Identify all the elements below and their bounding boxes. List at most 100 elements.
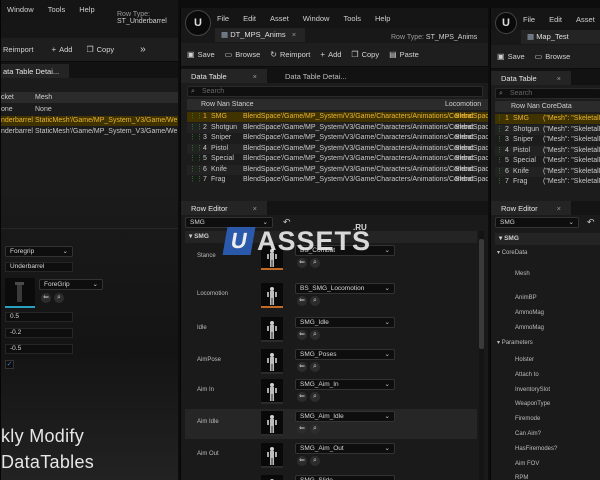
unreal-logo-icon[interactable]: U: [495, 12, 517, 34]
tab-data-table-details[interactable]: Data Table Detai...: [275, 69, 375, 83]
col-socket[interactable]: cket: [1, 92, 14, 103]
table-row[interactable]: nderbarrel StaticMesh'/Game/MP_System_V3/…: [1, 127, 178, 137]
save-button[interactable]: ▣ Save: [497, 52, 525, 61]
anim-asset-dropdown[interactable]: SMG_Idle ⌄: [295, 317, 395, 328]
menu-file[interactable]: File: [217, 14, 229, 23]
use-selected-icon[interactable]: ⇐: [297, 362, 307, 372]
row-handle-icon[interactable]: ⋮: [496, 125, 503, 135]
browse-icon[interactable]: ⌕: [310, 330, 320, 340]
browse-icon[interactable]: ⌕: [310, 296, 320, 306]
table-row[interactable]: ⋮⋮ 2 Shotgun BlendSpace'/Game/MP_System/V3/…: [187, 122, 488, 133]
reimport-button[interactable]: Reimport: [3, 45, 33, 54]
row-handle-icon[interactable]: ⋮: [496, 114, 503, 124]
browse-icon[interactable]: ⌕: [310, 392, 320, 402]
table-row[interactable]: ⋮⋮ 7 Frag BlendSpace'/Game/MP_System/V3/Gam…: [187, 175, 488, 185]
more-icon[interactable]: »: [140, 44, 146, 55]
row-select-dropdown[interactable]: SMG ⌄: [495, 217, 579, 228]
row-handle-icon[interactable]: ⋮: [496, 177, 503, 187]
anim-thumbnail[interactable]: [261, 283, 283, 308]
anim-asset-dropdown[interactable]: SMG_Aim_In ⌄: [295, 379, 395, 390]
anim-asset-dropdown[interactable]: SMG_Aim_Idle ⌄: [295, 411, 395, 422]
use-selected-icon[interactable]: ⇐: [297, 296, 307, 306]
underbarrel-field[interactable]: Underbarrel: [5, 262, 73, 272]
menu-edit[interactable]: Edit: [243, 14, 256, 23]
tab-row-editor[interactable]: Row Editor ×: [491, 201, 571, 215]
row-handle-icon[interactable]: ⋮⋮: [189, 133, 203, 143]
menu-window[interactable]: Window: [303, 14, 330, 23]
menu-tools[interactable]: Tools: [343, 14, 361, 23]
use-selected-icon[interactable]: ⇐: [297, 258, 307, 268]
copy-button[interactable]: ❐ Copy: [86, 45, 114, 54]
section-smg[interactable]: ▾ SMG: [495, 233, 600, 245]
mesh-thumbnail[interactable]: [5, 278, 35, 308]
col-locomotion[interactable]: Locomotion: [445, 99, 481, 110]
map-tab[interactable]: ▦ Map_Test: [521, 30, 600, 44]
tab-data-table[interactable]: Data Table ×: [181, 69, 267, 83]
row-handle-icon[interactable]: ⋮⋮: [189, 123, 203, 133]
table-row[interactable]: ⋮3Sniper("Mesh": "SkeletalMe: [495, 135, 600, 145]
close-icon[interactable]: ×: [557, 204, 561, 213]
anim-thumbnail[interactable]: [261, 379, 283, 404]
row-handle-icon[interactable]: ⋮⋮: [189, 112, 203, 122]
table-row[interactable]: ⋮⋮ 6 Knife BlendSpace'/Game/MP_System/V3/Ga…: [187, 164, 488, 175]
anim-thumbnail[interactable]: [261, 411, 283, 436]
col-row-name[interactable]: Row Nan CoreData: [511, 101, 572, 112]
copy-button[interactable]: ❐ Copy: [351, 50, 379, 59]
section-coredata[interactable]: ▾ CoreData: [497, 249, 527, 256]
row-handle-icon[interactable]: ⋮: [496, 146, 503, 156]
use-selected-icon[interactable]: ⇐: [297, 424, 307, 434]
checkbox[interactable]: ✓: [5, 360, 14, 369]
anim-asset-dropdown[interactable]: SMG_Poses ⌄: [295, 349, 395, 360]
search-input[interactable]: ⌕ Search: [187, 86, 483, 97]
menu-help[interactable]: Help: [375, 14, 390, 23]
save-button[interactable]: ▣ Save: [187, 50, 215, 59]
mesh-dropdown[interactable]: ForeGrip ⌄: [39, 279, 103, 290]
row-handle-icon[interactable]: ⋮: [496, 167, 503, 177]
table-row[interactable]: ⋮⋮ 3 Sniper BlendSpace'/Game/MP_System/V3/G…: [187, 133, 488, 143]
close-icon[interactable]: ×: [253, 204, 257, 213]
row-type-value[interactable]: ST_MPS_Anims: [426, 34, 477, 41]
table-row[interactable]: ⋮5Special("Mesh": "SkeletalMe: [495, 156, 600, 166]
scrollbar[interactable]: [479, 231, 484, 480]
anim-asset-dropdown[interactable]: SMG_Aim_Out ⌄: [295, 443, 395, 454]
browse-icon[interactable]: ⌕: [310, 362, 320, 372]
table-row[interactable]: ⋮1SMG("Mesh": "SkeletalMe: [495, 114, 600, 124]
browse-button[interactable]: ▭ Browse: [225, 50, 261, 59]
tab-data-table[interactable]: Data Table ×: [491, 71, 571, 85]
scrollbar-thumb[interactable]: [479, 239, 484, 349]
foregrip-dropdown[interactable]: Foregrip ⌄: [5, 246, 73, 257]
table-row-selected[interactable]: nderbarrel StaticMesh'/Game/MP_System_V3/…: [1, 116, 178, 126]
menu-window[interactable]: Window: [7, 5, 34, 14]
anim-asset-dropdown[interactable]: SMG_Slide⌄: [295, 475, 395, 480]
value-field-3[interactable]: -0.5: [5, 344, 73, 354]
table-row[interactable]: one None: [1, 105, 178, 115]
close-icon[interactable]: ×: [253, 72, 257, 81]
browse-icon[interactable]: ⌕: [310, 258, 320, 268]
anim-thumbnail[interactable]: [261, 475, 283, 480]
table-row[interactable]: ⋮⋮ 4 Pistol BlendSpace'/Game/MP_System/V3/G…: [187, 143, 488, 154]
row-handle-icon[interactable]: ⋮: [496, 135, 503, 145]
reimport-button[interactable]: ↻ Reimport: [270, 50, 310, 59]
tab-data-table-details[interactable]: ata Table Detai...: [1, 64, 70, 78]
tab-row-editor[interactable]: Row Editor ×: [181, 201, 267, 215]
section-parameters[interactable]: ▾ Parameters: [497, 339, 533, 346]
browse-icon[interactable]: ⌕: [310, 424, 320, 434]
add-button[interactable]: + Add: [320, 50, 341, 59]
use-selected-icon[interactable]: ⇐: [297, 456, 307, 466]
close-icon[interactable]: ×: [292, 30, 296, 39]
row-handle-icon[interactable]: ⋮⋮: [189, 175, 203, 185]
use-selected-icon[interactable]: ⇐: [41, 293, 51, 303]
unreal-logo-icon[interactable]: U: [185, 10, 211, 36]
table-row[interactable]: ⋮4Pistol("Mesh": "SkeletalMe: [495, 145, 600, 156]
menu-edit[interactable]: Edit: [549, 15, 562, 24]
row-type-value[interactable]: ST_Underbarrel: [117, 18, 167, 25]
menu-asset[interactable]: Asset: [270, 14, 289, 23]
table-row[interactable]: ⋮⋮ 1 SMG BlendSpace'/Game/MP_System/V3/Game…: [187, 112, 488, 122]
use-selected-icon[interactable]: ⇐: [297, 330, 307, 340]
row-handle-icon[interactable]: ⋮: [496, 156, 503, 166]
browse-icon[interactable]: ⌕: [310, 456, 320, 466]
paste-button[interactable]: ▤ Paste: [389, 50, 419, 59]
menu-tools[interactable]: Tools: [48, 5, 66, 14]
browse-icon[interactable]: ⌕: [54, 293, 64, 303]
anim-thumbnail[interactable]: [261, 349, 283, 374]
